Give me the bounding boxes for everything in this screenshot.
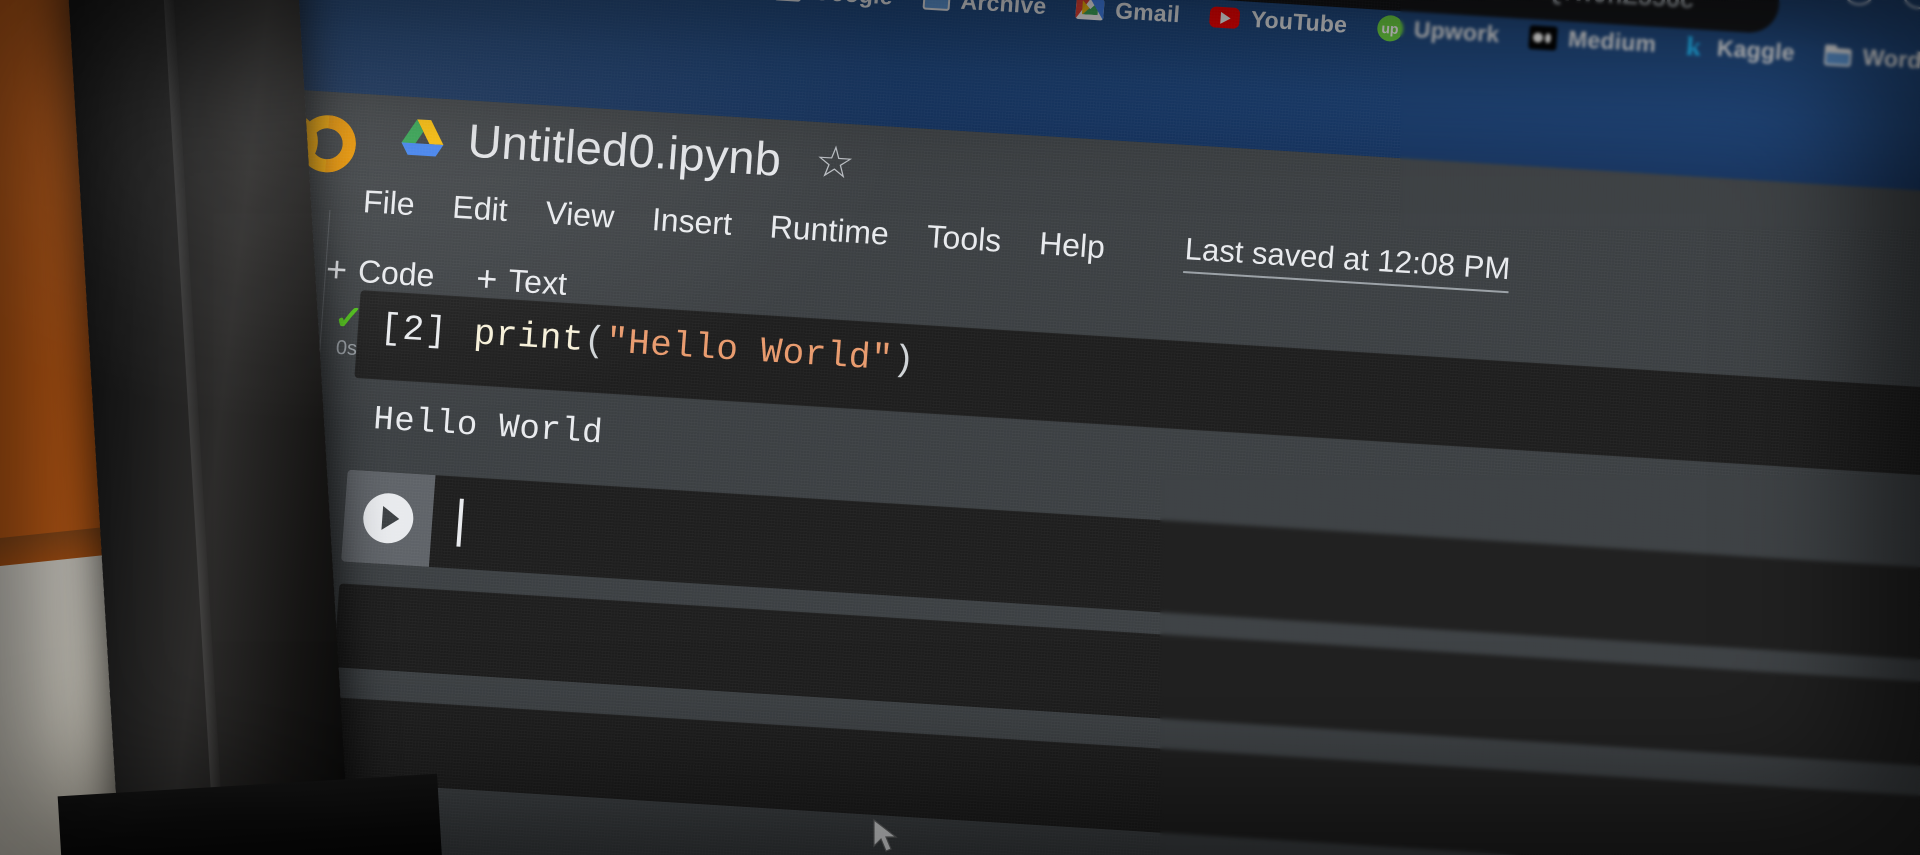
- page-title[interactable]: Untitled0.ipynb: [466, 113, 783, 187]
- bookmark-medical[interactable]: Medical: [620, 0, 745, 1]
- folder-icon: [922, 0, 950, 11]
- notebook-title-row: Untitled0.ipynb ☆: [398, 108, 856, 191]
- colab-app: Untitled0.ipynb ☆ File Edit View Insert …: [177, 86, 1920, 855]
- bookmark-archive[interactable]: Archive: [922, 0, 1047, 20]
- laptop-screen: colab.research.google.com/drive/1RJf82ql…: [177, 0, 1920, 855]
- code-token-function: print: [472, 313, 586, 362]
- bookmark-label: YouTube: [1250, 5, 1349, 38]
- bookmark-label: Upwork: [1413, 15, 1501, 48]
- play-icon: [361, 491, 416, 545]
- bookmark-kaggle[interactable]: k Kaggle: [1685, 30, 1796, 67]
- cell-output-text: Hello World: [371, 401, 605, 454]
- notebook-body: ✓ 0s [2] print("Hello World") Hello Worl…: [273, 210, 1920, 855]
- bookmark-medium[interactable]: Medium: [1528, 23, 1657, 58]
- bookmark-label: Kaggle: [1716, 34, 1796, 66]
- google-drive-icon: [401, 118, 444, 157]
- execution-count: [2]: [378, 307, 450, 353]
- bookmark-label: Wordpress: [1861, 43, 1920, 78]
- code-line[interactable]: print("Hello World"): [472, 313, 916, 381]
- bookmark-google[interactable]: Google: [774, 0, 894, 10]
- folder-icon: [1824, 44, 1852, 67]
- gmail-icon: [1075, 0, 1106, 21]
- cell-status-gutter: ✓ 0s: [316, 298, 380, 363]
- browser-window-controls: [1841, 0, 1920, 14]
- bookmark-label: Medical: [658, 0, 745, 1]
- medium-icon: [1528, 24, 1559, 51]
- check-icon: ✓: [333, 298, 365, 339]
- extension-icon[interactable]: [1901, 0, 1920, 11]
- star-icon[interactable]: ☆: [813, 137, 856, 188]
- folder-icon: [774, 0, 802, 2]
- bookmark-upwork[interactable]: up Upwork: [1376, 14, 1500, 49]
- youtube-icon: [1209, 6, 1241, 30]
- photo-scene: colab.research.google.com/drive/1RJf82ql…: [0, 0, 1920, 855]
- kaggle-icon: k: [1685, 30, 1703, 62]
- cell-elapsed-time: 0s: [335, 336, 358, 360]
- code-token-string: "Hello World": [604, 321, 895, 381]
- bookmark-wordpress[interactable]: Wordpress: [1824, 41, 1920, 78]
- profile-avatar-icon[interactable]: [1841, 0, 1878, 7]
- bookmark-label: Gmail: [1114, 0, 1182, 28]
- bookmark-label: Medium: [1567, 25, 1658, 57]
- bookmark-label: Google: [812, 0, 894, 10]
- bookmark-youtube[interactable]: YouTube: [1209, 3, 1348, 38]
- text-cursor: [456, 498, 464, 547]
- bookmark-label: Archive: [959, 0, 1048, 20]
- upwork-icon: up: [1376, 14, 1404, 42]
- bookmark-gmail[interactable]: Gmail: [1075, 0, 1181, 28]
- run-cell-button[interactable]: [341, 469, 436, 567]
- code-token-paren-close: ): [891, 339, 917, 382]
